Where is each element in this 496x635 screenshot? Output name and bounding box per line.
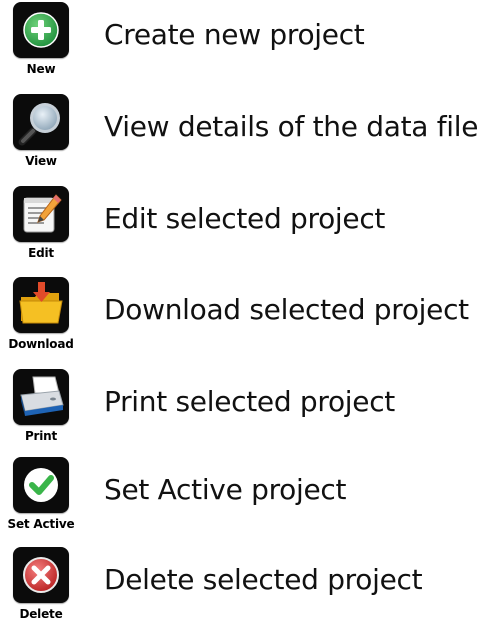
delete-description: Delete selected project: [104, 563, 423, 596]
delete-button-label: Delete: [19, 607, 63, 621]
edit-description: Edit selected project: [104, 202, 386, 235]
legend-row-set-active: Set Active Set Active project: [0, 455, 496, 545]
x-circle-icon: [23, 557, 59, 593]
legend-row-download: Download Download selected project: [0, 275, 496, 365]
edit-button-label: Edit: [28, 246, 54, 260]
print-button-label: Print: [24, 429, 58, 443]
download-button-tile[interactable]: [13, 277, 69, 333]
print-button-tile[interactable]: [13, 369, 69, 425]
delete-button-tile[interactable]: [13, 547, 69, 603]
folder-download-icon: [19, 282, 63, 324]
set-active-description: Set Active project: [104, 473, 347, 506]
magnifier-icon: [18, 103, 60, 146]
printer-icon: [20, 376, 64, 416]
legend-row-print: Print Print selected project: [0, 367, 496, 457]
plus-circle-icon: [23, 12, 59, 48]
new-button[interactable]: New: [0, 0, 82, 90]
legend-row-new: New Create new project: [0, 0, 496, 90]
view-button-label: View: [25, 154, 57, 168]
print-description: Print selected project: [104, 385, 395, 418]
view-description: View details of the data file: [104, 110, 479, 143]
set-active-button[interactable]: Set Active: [0, 455, 82, 545]
edit-button[interactable]: Edit: [0, 184, 82, 274]
download-button[interactable]: Download: [0, 275, 82, 365]
set-active-button-label: Set Active: [7, 517, 75, 531]
new-button-tile[interactable]: [13, 2, 69, 58]
legend-row-view: View View details of the data file: [0, 92, 496, 182]
set-active-button-tile[interactable]: [13, 457, 69, 513]
delete-button[interactable]: Delete: [0, 545, 82, 635]
view-button[interactable]: View: [0, 92, 82, 182]
notepad-pencil-icon: [23, 194, 62, 233]
toolbar-legend: New Create new project View View details…: [0, 0, 496, 633]
print-button[interactable]: Print: [0, 367, 82, 457]
download-description: Download selected project: [104, 293, 469, 326]
edit-button-tile[interactable]: [13, 186, 69, 242]
new-description: Create new project: [104, 18, 365, 51]
legend-row-delete: Delete Delete selected project: [0, 545, 496, 635]
checkmark-circle-icon: [24, 468, 58, 502]
view-button-tile[interactable]: [13, 94, 69, 150]
new-button-label: New: [26, 62, 56, 76]
download-button-label: Download: [8, 337, 74, 351]
legend-row-edit: Edit Edit selected project: [0, 184, 496, 274]
